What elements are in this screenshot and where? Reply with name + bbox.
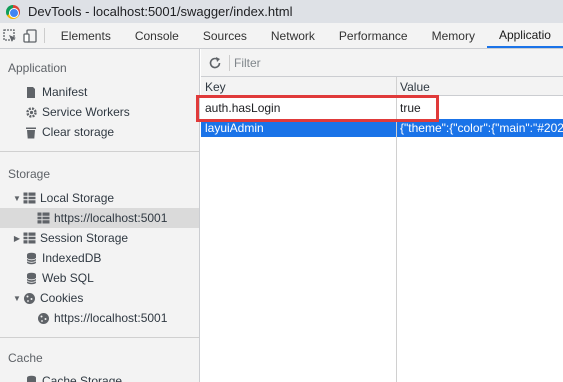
sidebar-item-label: https://localhost:5001 [54, 211, 168, 225]
tab-application[interactable]: Applicatio [486, 23, 563, 48]
tab-elements[interactable]: Elements [49, 23, 123, 48]
cell-key: layuiAdmin [205, 121, 264, 135]
sidebar-item-label: Service Workers [42, 105, 130, 119]
column-header-key[interactable]: Key [205, 80, 226, 94]
sidebar-item-session-storage[interactable]: ▶ Session Storage [0, 228, 199, 248]
devtools-tabbar: Elements Console Sources Network Perform… [0, 23, 563, 49]
sidebar-item-clear-storage[interactable]: Clear storage [0, 122, 199, 142]
grid-table-icon [22, 191, 36, 205]
sidebar-item-label: Clear storage [42, 125, 115, 139]
section-storage: Storage [8, 167, 51, 181]
gear-icon [24, 105, 38, 119]
sidebar-item-label: Session Storage [40, 231, 129, 245]
refresh-icon [209, 56, 221, 68]
window-title: DevTools - localhost:5001/swagger/index.… [28, 4, 293, 19]
sidebar-item-cookies[interactable]: ▼ Cookies [0, 288, 199, 308]
device-toggle-icon [23, 28, 37, 43]
storage-toolbar [201, 49, 563, 77]
tab-console[interactable]: Console [123, 23, 191, 48]
cookie-icon [22, 291, 36, 305]
sidebar-item-label: https://localhost:5001 [54, 311, 168, 325]
expand-down-icon[interactable]: ▼ [12, 294, 22, 303]
expand-right-icon[interactable]: ▶ [12, 234, 22, 243]
sidebar-item-indexeddb[interactable]: IndexedDB [0, 248, 199, 268]
device-toolbar-button[interactable] [20, 23, 40, 48]
sidebar-item-cookies-origin[interactable]: https://localhost:5001 [0, 308, 199, 328]
expand-down-icon[interactable]: ▼ [12, 194, 22, 203]
cell-value: {"theme":{"color":{"main":"#202 [400, 121, 563, 135]
database-icon [24, 251, 38, 265]
filter-input[interactable] [234, 55, 434, 70]
inspect-element-button[interactable] [0, 23, 20, 48]
column-divider[interactable] [396, 77, 397, 382]
refresh-button[interactable] [201, 56, 229, 70]
toolbar-separator [44, 28, 45, 43]
cookie-icon [36, 311, 50, 325]
application-sidebar: Application Manifest Service Workers Cle… [0, 49, 200, 382]
sidebar-item-service-workers[interactable]: Service Workers [0, 102, 199, 122]
tab-performance[interactable]: Performance [327, 23, 420, 48]
highlight-annotation-box [196, 95, 439, 122]
sidebar-item-manifest[interactable]: Manifest [0, 82, 199, 102]
tab-network[interactable]: Network [259, 23, 327, 48]
database-icon [24, 374, 38, 382]
sidebar-item-label: Local Storage [40, 191, 115, 205]
document-icon [24, 85, 38, 99]
sidebar-item-cache-storage[interactable]: Cache Storage [0, 371, 199, 382]
grid-table-icon [36, 211, 50, 225]
inspect-icon [3, 28, 16, 42]
grid-table-icon [22, 231, 36, 245]
section-application: Application [8, 61, 67, 75]
sidebar-item-label: IndexedDB [42, 251, 102, 265]
sidebar-item-local-storage[interactable]: ▼ Local Storage [0, 188, 199, 208]
database-icon [24, 271, 38, 285]
section-cache: Cache [8, 351, 43, 365]
sidebar-item-label: Web SQL [42, 271, 94, 285]
trash-icon [24, 125, 38, 139]
grid-header: Key Value [201, 77, 563, 96]
window-titlebar: DevTools - localhost:5001/swagger/index.… [0, 0, 563, 23]
tab-memory[interactable]: Memory [420, 23, 487, 48]
sidebar-item-label: Manifest [42, 85, 88, 99]
storage-data-grid: Key Value auth.hasLogin true layuiAdmin … [201, 77, 563, 382]
column-header-value[interactable]: Value [400, 80, 430, 94]
tab-sources[interactable]: Sources [191, 23, 259, 48]
sidebar-item-local-storage-origin[interactable]: https://localhost:5001 [0, 208, 199, 228]
chrome-logo-icon [6, 4, 20, 19]
sidebar-item-websql[interactable]: Web SQL [0, 268, 199, 288]
sidebar-item-label: Cache Storage [42, 374, 123, 382]
sidebar-item-label: Cookies [40, 291, 84, 305]
toolbar-separator [229, 54, 230, 71]
